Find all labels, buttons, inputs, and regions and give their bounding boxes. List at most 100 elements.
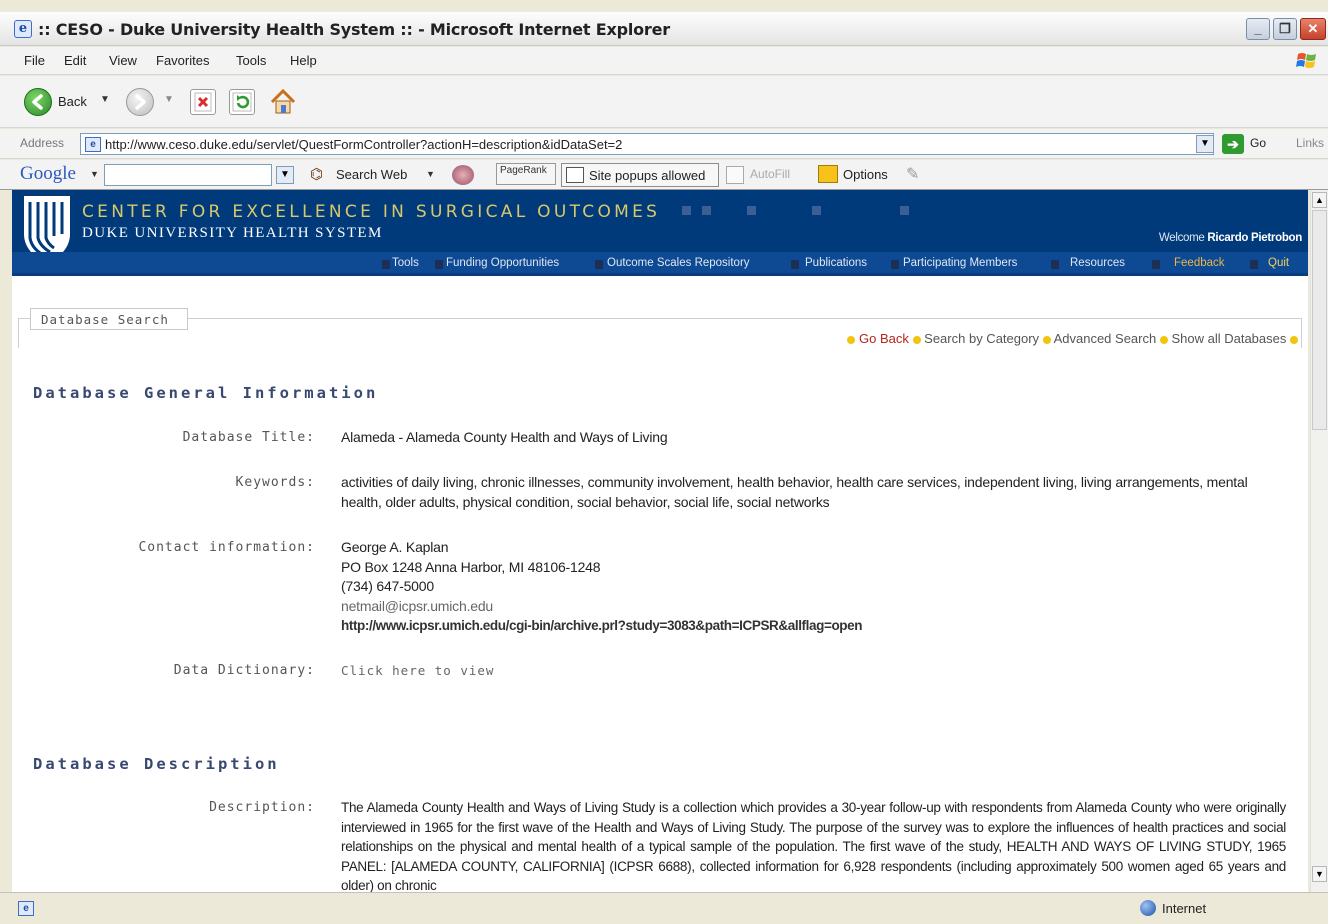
contact-phone: (734) 647-5000 <box>341 578 434 594</box>
autofill-icon[interactable] <box>726 166 744 184</box>
fieldset-border <box>18 318 19 348</box>
nav-funding-opportunities[interactable]: Funding Opportunities <box>446 257 559 269</box>
search-web-dropdown-icon[interactable]: ▼ <box>426 169 435 179</box>
menu-help[interactable]: Help <box>290 53 317 68</box>
scroll-thumb[interactable] <box>1312 210 1327 430</box>
news-icon[interactable] <box>452 165 474 185</box>
nav-resources[interactable]: Resources <box>1070 257 1125 269</box>
stop-icon[interactable] <box>190 89 216 115</box>
contact-name: George A. Kaplan <box>341 539 449 555</box>
menu-tools[interactable]: Tools <box>236 53 266 68</box>
search-web-button[interactable]: Search Web <box>336 167 407 182</box>
google-toolbar: Google ▼ ▼ ⌬ Search Web ▼ PageRank Site … <box>0 160 1328 190</box>
bullet-icon <box>1042 335 1051 344</box>
back-label[interactable]: Back <box>58 94 87 109</box>
home-icon[interactable] <box>268 87 298 117</box>
scroll-up-icon[interactable]: ▲ <box>1312 192 1327 208</box>
popup-blocker-button[interactable]: Site popups allowed <box>561 163 719 187</box>
site-banner: CENTER FOR EXCELLENCE IN SURGICAL OUTCOM… <box>12 190 1308 264</box>
standard-toolbar: Back ▼ ▼ <box>0 76 1328 128</box>
banner-subtitle: DUKE UNIVERSITY HEALTH SYSTEM <box>82 225 383 241</box>
menu-favorites[interactable]: Favorites <box>156 53 209 68</box>
pagerank-meter: PageRank <box>496 163 556 185</box>
nav-participating-members[interactable]: Participating Members <box>903 257 1017 269</box>
nav-tools[interactable]: Tools <box>392 257 419 269</box>
advanced-search-link[interactable]: Advanced Search <box>1054 331 1157 346</box>
forward-arrow-icon[interactable] <box>126 88 154 116</box>
banner-square <box>682 206 691 215</box>
google-search-dropdown-icon[interactable]: ▼ <box>276 166 294 184</box>
nav-quit[interactable]: Quit <box>1268 257 1289 269</box>
data-dictionary-link[interactable]: Click here to view <box>341 663 494 678</box>
nav-separator <box>435 260 443 269</box>
binoculars-icon[interactable]: ⌬ <box>310 165 323 183</box>
address-input[interactable]: e http://www.ceso.duke.edu/servlet/Quest… <box>80 133 1214 155</box>
forward-dropdown-icon[interactable]: ▼ <box>164 94 174 105</box>
options-icon[interactable] <box>818 165 838 183</box>
welcome-message: Welcome Ricardo Pietrobon <box>1159 232 1302 244</box>
menu-view[interactable]: View <box>109 53 137 68</box>
back-arrow-icon[interactable] <box>24 88 52 116</box>
title-bar: e :: CESO - Duke University Health Syste… <box>0 12 1328 46</box>
options-button[interactable]: Options <box>843 167 888 182</box>
nav-separator <box>1152 260 1160 269</box>
data-dictionary-label: Data Dictionary: <box>173 663 315 678</box>
ie-icon: e <box>14 20 32 38</box>
address-bar: Address e http://www.ceso.duke.edu/servl… <box>0 129 1328 159</box>
bullet-icon <box>1290 335 1298 344</box>
bullet-icon <box>1159 335 1168 344</box>
section-general-information: Database General Information <box>33 384 379 402</box>
popup-label: Site popups allowed <box>589 168 706 183</box>
google-menu-dropdown-icon[interactable]: ▼ <box>90 169 99 179</box>
back-dropdown-icon[interactable]: ▼ <box>100 94 110 105</box>
google-logo[interactable]: Google <box>20 163 76 185</box>
nav-separator <box>791 260 799 269</box>
contact-address: PO Box 1248 Anna Harbor, MI 48106-1248 <box>341 559 601 575</box>
internet-zone-label: Internet <box>1162 901 1207 916</box>
refresh-icon[interactable] <box>229 89 255 115</box>
vertical-scrollbar[interactable]: ▲ ▼ <box>1310 190 1328 892</box>
contact-url-link[interactable]: http://www.icpsr.umich.edu/cgi-bin/archi… <box>341 616 862 636</box>
address-dropdown-icon[interactable]: ▼ <box>1196 135 1214 153</box>
database-search-tab[interactable]: Database Search <box>30 308 188 330</box>
nav-outcome-scales-repository[interactable]: Outcome Scales Repository <box>607 257 750 269</box>
show-all-databases-link[interactable]: Show all Databases <box>1171 331 1286 346</box>
nav-feedback[interactable]: Feedback <box>1174 257 1225 269</box>
address-label: Address <box>20 136 65 150</box>
nav-separator <box>1250 260 1258 269</box>
address-url[interactable]: http://www.ceso.duke.edu/servlet/QuestFo… <box>105 137 622 152</box>
section-description: Database Description <box>33 755 280 773</box>
pencil-icon[interactable]: ✎ <box>906 164 919 184</box>
nav-separator <box>1051 260 1059 269</box>
go-back-link[interactable]: Go Back <box>859 331 909 346</box>
status-bar: e Internet <box>0 892 1328 924</box>
nav-publications[interactable]: Publications <box>805 257 867 269</box>
autofill-button[interactable]: AutoFill <box>750 167 790 181</box>
page-icon: e <box>85 137 101 152</box>
search-links: Go Back Search by Category Advanced Sear… <box>847 331 1298 346</box>
menu-edit[interactable]: Edit <box>64 53 86 68</box>
links-label[interactable]: Links <box>1296 136 1324 150</box>
internet-zone-icon <box>1140 900 1156 916</box>
menu-file[interactable]: File <box>24 53 45 68</box>
search-by-category-link[interactable]: Search by Category <box>924 331 1039 346</box>
keywords-label: Keywords: <box>235 475 315 490</box>
window-title: :: CESO - Duke University Health System … <box>38 20 670 39</box>
menu-bar: File Edit View Favorites Tools Help <box>0 47 1328 75</box>
google-search-input[interactable] <box>104 164 272 186</box>
banner-square <box>812 206 821 215</box>
minimize-button[interactable]: _ <box>1246 18 1270 40</box>
contact-email-link[interactable]: netmail@icpsr.umich.edu <box>341 597 493 617</box>
banner-square <box>702 206 711 215</box>
go-button[interactable]: Go <box>1250 136 1266 150</box>
go-arrow-icon[interactable]: ➔ <box>1222 134 1244 154</box>
windows-logo-icon <box>1296 53 1316 68</box>
close-button[interactable]: ✕ <box>1300 18 1326 40</box>
page-status-icon: e <box>18 901 34 916</box>
scroll-down-icon[interactable]: ▼ <box>1312 866 1327 882</box>
browser-window: e :: CESO - Duke University Health Syste… <box>0 0 1328 924</box>
bullet-icon <box>847 335 856 344</box>
maximize-button[interactable]: ❐ <box>1273 18 1297 40</box>
site-nav: Tools Funding Opportunities Outcome Scal… <box>12 252 1308 276</box>
banner-square <box>747 206 756 215</box>
